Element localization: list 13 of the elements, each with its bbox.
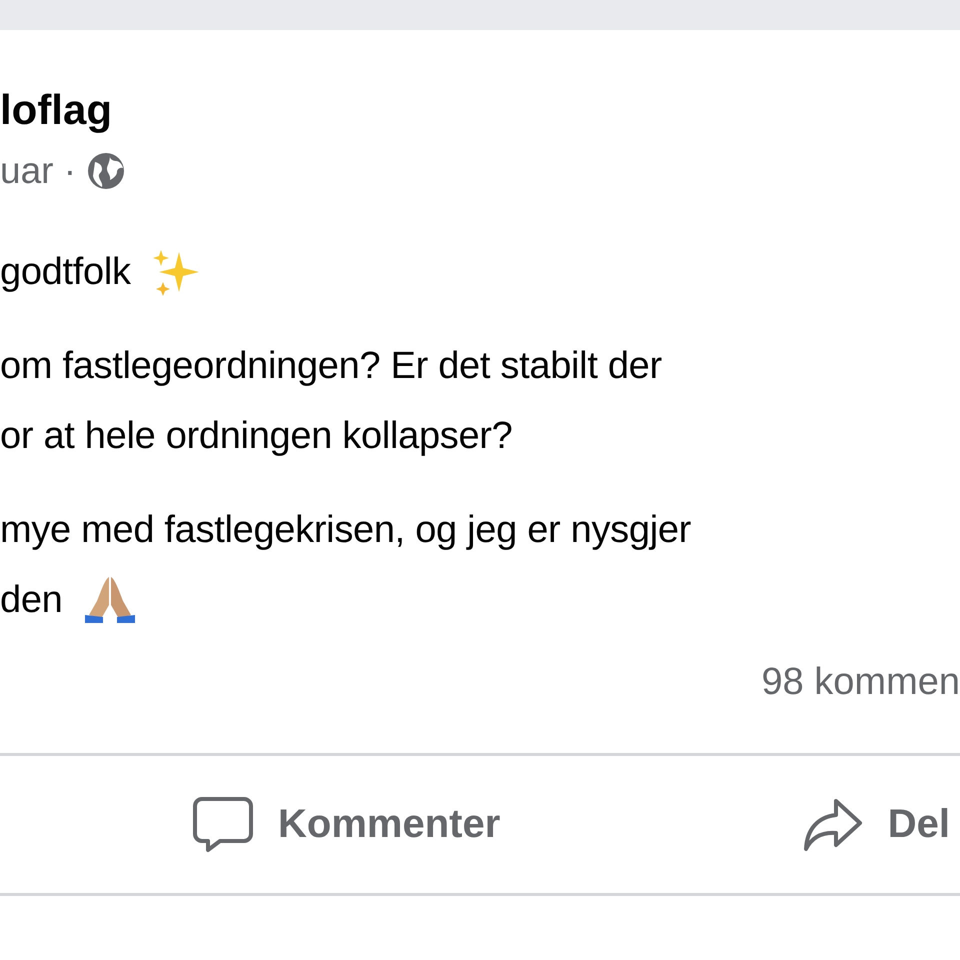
post-time[interactable]: uar · [0,149,76,193]
post-text-line: or at hele ordningen kollapser? [0,414,512,459]
comment-count[interactable]: 98 kommen [761,659,960,705]
post-text-line: godtfolk [0,250,131,295]
post-text-line: mye med fastlegekrisen, og jeg er nysgjer [0,508,692,553]
share-icon [802,796,864,852]
globe-icon [86,151,126,191]
post-text-line: den [0,578,63,623]
author-name[interactable]: loflag [0,85,112,135]
comment-button[interactable]: Kommenter [182,788,510,862]
comment-icon [192,796,254,854]
share-button[interactable]: Del [792,788,960,860]
post-text-line: om fastlegeordningen? Er det stabilt der [0,344,662,389]
